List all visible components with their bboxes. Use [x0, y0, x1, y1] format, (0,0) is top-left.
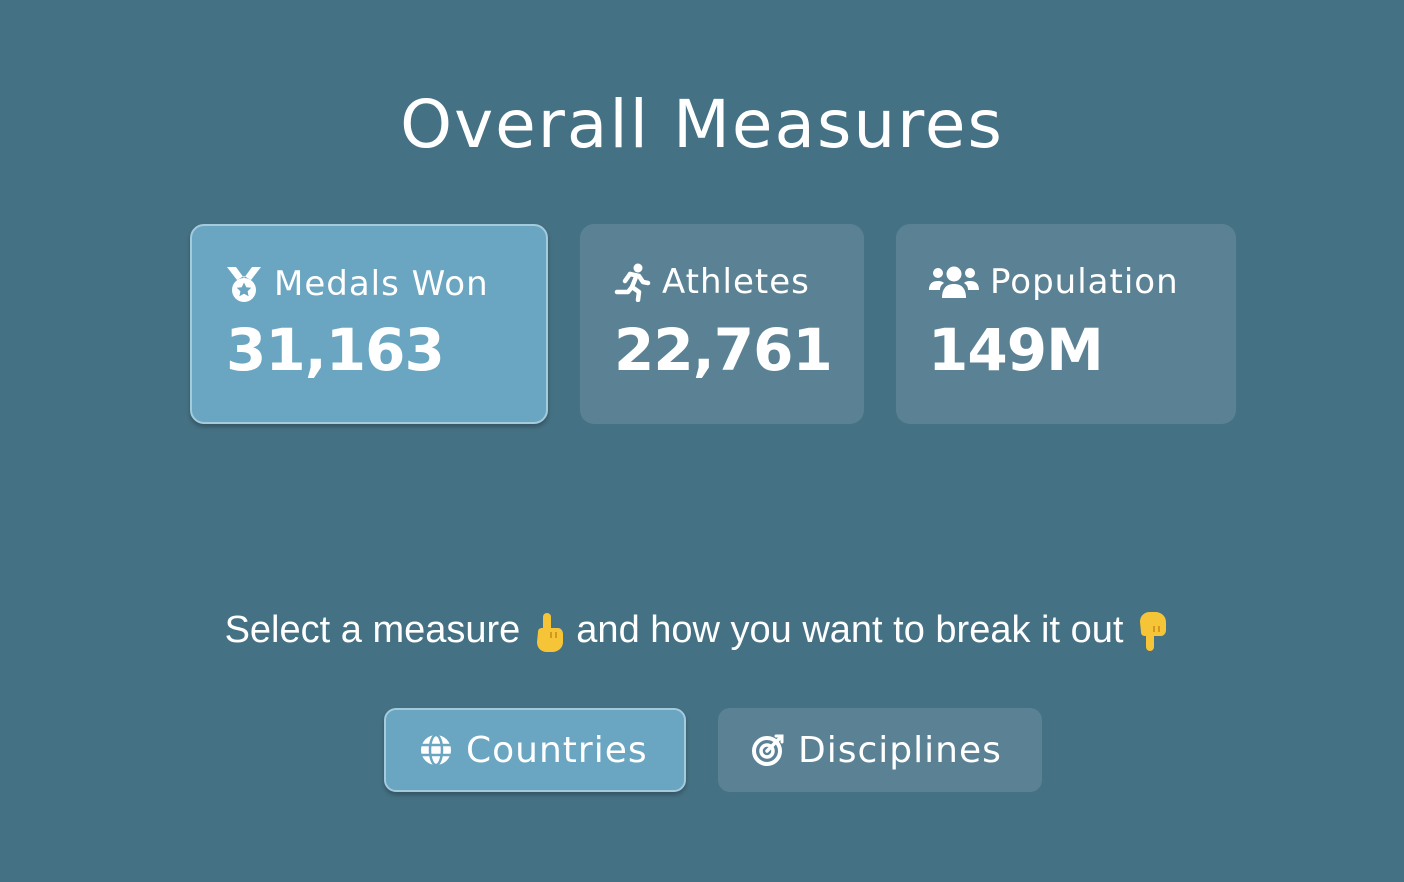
card-header: Athletes [612, 260, 810, 304]
pointing-up-hand-icon [537, 612, 564, 652]
card-label: Medals Won [274, 264, 489, 304]
globe-icon [421, 733, 451, 767]
measure-card-population[interactable]: Population 149M [896, 224, 1236, 424]
target-icon [752, 734, 784, 766]
instruction-part-2: and how you want to break it out [576, 609, 1124, 651]
card-label: Population [990, 262, 1179, 302]
breakout-disciplines-button[interactable]: Disciplines [718, 708, 1042, 792]
measure-card-athletes[interactable]: Athletes 22,761 [580, 224, 864, 424]
instruction-text: Select a measure and how you want to bre… [0, 604, 1404, 656]
card-value: 149M [928, 316, 1104, 384]
button-label: Disciplines [798, 729, 1002, 771]
people-group-icon [929, 266, 979, 298]
measure-card-medals[interactable]: Medals Won 31,163 [190, 224, 548, 424]
card-header: Population [928, 260, 1179, 304]
instruction-part-1: Select a measure [224, 609, 521, 651]
running-person-icon [614, 263, 651, 302]
page-title: Overall Measures [400, 86, 1004, 163]
breakout-countries-button[interactable]: Countries [384, 708, 686, 792]
button-label: Countries [466, 729, 648, 771]
medal-icon [227, 267, 261, 302]
card-label: Athletes [662, 262, 810, 302]
pointing-down-hand-icon [1140, 611, 1167, 651]
card-value: 22,761 [614, 316, 833, 384]
card-header: Medals Won [224, 262, 489, 306]
card-value: 31,163 [226, 316, 445, 384]
